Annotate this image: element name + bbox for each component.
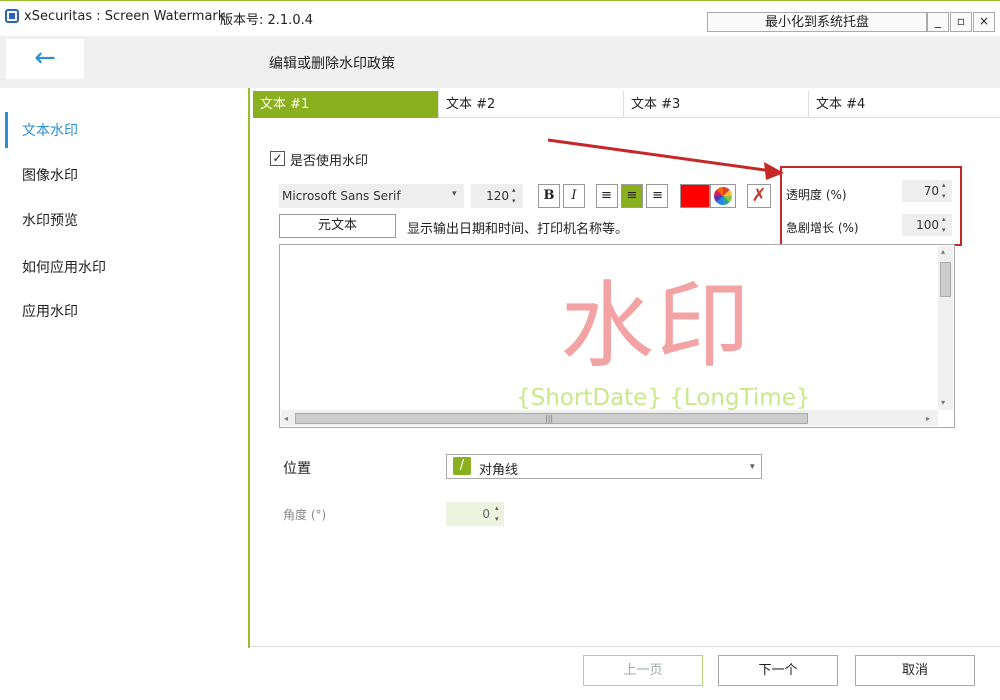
sidebar-item-text-watermark[interactable]: 文本水印 bbox=[22, 120, 78, 140]
position-value: 对角线 bbox=[479, 463, 519, 478]
spin-down-icon[interactable]: ▾ bbox=[942, 226, 946, 235]
spin-down-icon[interactable]: ▾ bbox=[512, 197, 516, 206]
close-button[interactable]: × bbox=[973, 12, 995, 32]
metatext-button[interactable]: 元文本 bbox=[279, 214, 396, 238]
app-logo-icon bbox=[5, 9, 19, 23]
spin-up-icon[interactable]: ▴ bbox=[942, 181, 946, 190]
spin-up-icon[interactable]: ▴ bbox=[942, 215, 946, 224]
page-title: 编辑或删除水印政策 bbox=[269, 56, 395, 72]
chevron-down-icon: ▾ bbox=[452, 189, 457, 199]
tab-text-1[interactable]: 文本 #1 bbox=[253, 91, 439, 118]
header bbox=[0, 36, 1000, 88]
tab-text-2[interactable]: 文本 #2 bbox=[439, 91, 624, 118]
diagonal-icon: / bbox=[453, 457, 471, 475]
annotation-arrow-icon bbox=[547, 138, 784, 180]
spin-down-icon[interactable]: ▾ bbox=[495, 515, 499, 524]
minimize-to-tray-button[interactable]: 最小化到系统托盘 bbox=[707, 12, 927, 32]
cancel-button[interactable]: 取消 bbox=[855, 655, 975, 686]
version-label: 版本号: 2.1.0.4 bbox=[220, 13, 313, 28]
maximize-button[interactable]: ▫ bbox=[950, 12, 972, 32]
scroll-thumb-grip-icon: ||| bbox=[545, 414, 554, 423]
scroll-right-icon[interactable]: ▸ bbox=[926, 414, 930, 423]
scroll-up-icon[interactable]: ▴ bbox=[941, 247, 945, 256]
scroll-left-icon[interactable]: ◂ bbox=[284, 414, 288, 423]
back-button[interactable]: ← bbox=[6, 39, 84, 79]
spike-label: 急剧增长 (%) bbox=[786, 221, 859, 235]
window-title: xSecuritas : Screen Watermark bbox=[24, 9, 226, 24]
sidebar-divider bbox=[248, 88, 250, 648]
watermark-preview-subtext: {ShortDate} {LongTime} bbox=[516, 385, 811, 411]
sidebar-active-marker bbox=[5, 112, 8, 148]
vertical-scroll-thumb[interactable] bbox=[940, 262, 951, 297]
tab-text-3[interactable]: 文本 #3 bbox=[624, 91, 809, 118]
metatext-description: 显示输出日期和时间、打印机名称等。 bbox=[407, 222, 629, 237]
spin-down-icon[interactable]: ▾ bbox=[942, 192, 946, 201]
angle-label: 角度 (°) bbox=[283, 508, 327, 522]
sidebar-item-how-to-apply[interactable]: 如何应用水印 bbox=[22, 257, 106, 277]
previous-button[interactable]: 上一页 bbox=[583, 655, 703, 686]
position-label: 位置 bbox=[283, 461, 311, 477]
scroll-down-icon[interactable]: ▾ bbox=[941, 398, 945, 407]
watermark-preview-text: 水印 bbox=[560, 272, 753, 381]
spin-up-icon[interactable]: ▴ bbox=[495, 504, 499, 513]
sidebar-item-apply-watermark[interactable]: 应用水印 bbox=[22, 301, 78, 321]
font-family-select[interactable]: Microsoft Sans Serif bbox=[279, 184, 464, 208]
minimize-button[interactable]: _ bbox=[927, 12, 949, 32]
use-watermark-checkbox[interactable]: ✓ bbox=[270, 151, 285, 166]
sidebar-item-image-watermark[interactable]: 图像水印 bbox=[22, 165, 78, 185]
spin-up-icon[interactable]: ▴ bbox=[512, 186, 516, 195]
next-button[interactable]: 下一个 bbox=[718, 655, 838, 686]
use-watermark-label: 是否使用水印 bbox=[290, 154, 369, 169]
chevron-down-icon: ▾ bbox=[750, 462, 755, 472]
footer-divider bbox=[250, 646, 1000, 647]
sidebar-item-watermark-preview[interactable]: 水印预览 bbox=[22, 210, 78, 230]
transparency-label: 透明度 (%) bbox=[786, 188, 847, 202]
tab-text-4[interactable]: 文本 #4 bbox=[809, 91, 994, 118]
